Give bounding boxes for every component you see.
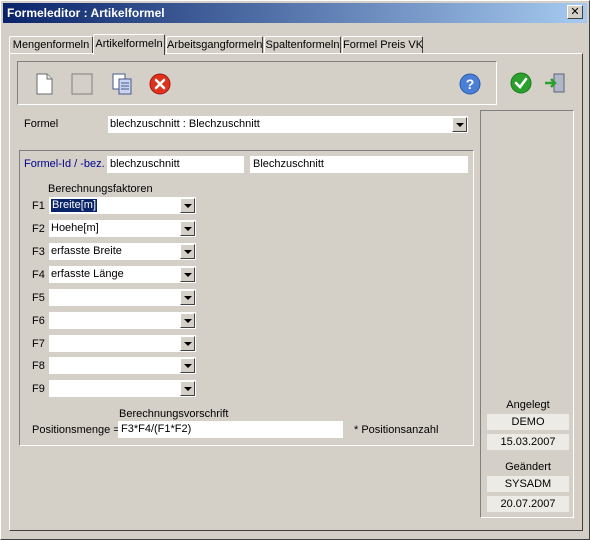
formel-id-field[interactable]: blechzuschnitt [107, 156, 244, 173]
positionsmenge-label: Positionsmenge = [32, 424, 120, 436]
new-document-icon[interactable] [32, 72, 56, 96]
close-button[interactable]: ✕ [567, 5, 583, 19]
chevron-down-icon[interactable] [180, 381, 195, 396]
factor-select-f2[interactable]: Hoehe[m] [49, 220, 196, 237]
formel-id-label: Formel-Id / -bez. [24, 158, 105, 170]
factor-label: F6 [32, 315, 45, 327]
help-icon[interactable]: ? [458, 72, 482, 96]
positionsanzahl-label: * Positionsanzahl [354, 424, 439, 436]
factor-label: F8 [32, 360, 45, 372]
chevron-down-icon[interactable] [180, 244, 195, 259]
title-bar: Formeleditor : Artikelformel ✕ [3, 3, 587, 23]
chevron-down-icon[interactable] [180, 267, 195, 282]
chevron-down-icon[interactable] [180, 313, 195, 328]
formel-bez-field[interactable]: Blechzuschnitt [250, 156, 468, 173]
factor-label: F2 [32, 223, 45, 235]
angelegt-user: DEMO [487, 414, 569, 430]
tab-spaltenformeln[interactable]: Spaltenformeln [264, 36, 341, 54]
copy-icon[interactable] [110, 72, 134, 96]
chevron-down-icon[interactable] [180, 336, 195, 351]
formeleditor-window: Formeleditor : Artikelformel ✕ Mengenfor… [0, 0, 590, 540]
factor-label: F5 [32, 292, 45, 304]
factor-label: F9 [32, 383, 45, 395]
chevron-down-icon[interactable] [180, 198, 195, 213]
chevron-down-icon[interactable] [452, 117, 467, 132]
action-bar [501, 61, 577, 105]
factor-label: F3 [32, 246, 45, 258]
factor-select-f3[interactable]: erfasste Breite [49, 243, 196, 260]
tab-artikelformeln[interactable]: Artikelformeln [93, 34, 165, 55]
tab-arbeitsgangformeln[interactable]: Arbeitsgangformeln [166, 36, 263, 54]
factor-select-f5[interactable] [49, 289, 196, 306]
audit-panel: Angelegt DEMO 15.03.2007 Geändert SYSADM… [480, 110, 574, 518]
factor-select-f8[interactable] [49, 357, 196, 374]
factor-select-f7[interactable] [49, 335, 196, 352]
close-icon: ✕ [570, 6, 580, 18]
geaendert-label: Geändert [505, 461, 551, 473]
berechnungsfaktoren-header: Berechnungsfaktoren [48, 183, 153, 195]
svg-text:?: ? [466, 76, 475, 92]
factor-select-f4[interactable]: erfasste Länge [49, 266, 196, 283]
toolbar: ? [17, 61, 497, 105]
geaendert-user: SYSADM [487, 476, 569, 492]
chevron-down-icon[interactable] [180, 358, 195, 373]
factor-select-f1[interactable]: Breite[m] [49, 197, 196, 214]
factor-select-f6[interactable] [49, 312, 196, 329]
factor-label: F4 [32, 269, 45, 281]
angelegt-date: 15.03.2007 [487, 434, 569, 450]
angelegt-label: Angelegt [506, 399, 550, 411]
formel-label: Formel [24, 118, 59, 130]
blank-icon[interactable] [70, 72, 94, 96]
tab-formel-preis-vk[interactable]: Formel Preis VK [342, 36, 423, 54]
tab-mengenformeln[interactable]: Mengenformeln [9, 36, 93, 54]
checkmark-icon[interactable] [509, 71, 533, 95]
delete-icon[interactable] [148, 72, 172, 96]
factor-label: F7 [32, 338, 45, 350]
berechnungsvorschrift-header: Berechnungsvorschrift [119, 408, 229, 420]
formula-input[interactable]: F3*F4/(F1*F2) [118, 421, 343, 438]
window-title: Formeleditor : Artikelformel [7, 6, 165, 20]
chevron-down-icon[interactable] [180, 221, 195, 236]
geaendert-date: 20.07.2007 [487, 496, 569, 512]
chevron-down-icon[interactable] [180, 290, 195, 305]
exit-door-icon[interactable] [543, 71, 567, 95]
factor-select-f9[interactable] [49, 380, 196, 397]
factor-label: F1 [32, 200, 45, 212]
formel-select[interactable]: blechzuschnitt : Blechzuschnitt [108, 116, 468, 133]
